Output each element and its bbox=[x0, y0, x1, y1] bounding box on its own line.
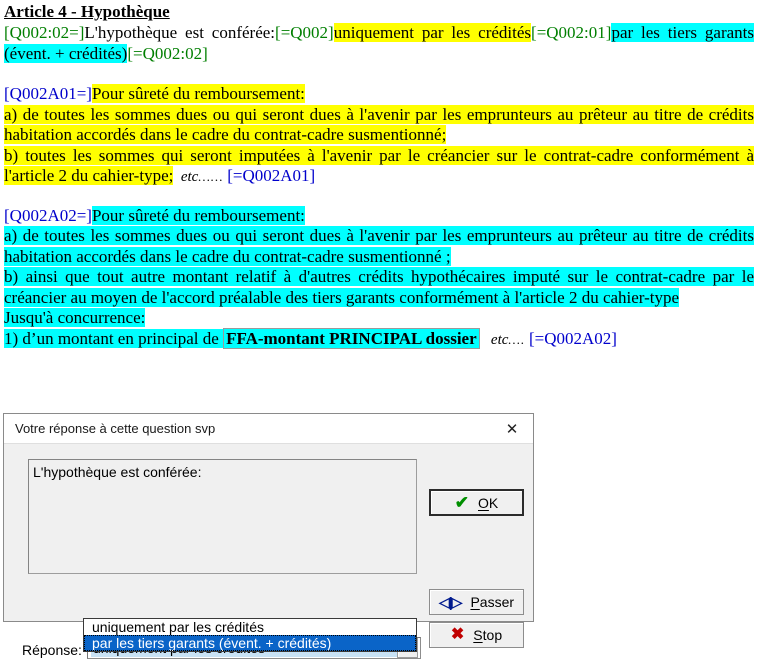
stop-button-label: Stop bbox=[473, 627, 503, 643]
combobox-option[interactable]: par les tiers garants (évent. + crédités… bbox=[84, 635, 416, 651]
document-area: Article 4 - Hypothèque [Q002:02=]L'hypot… bbox=[0, 0, 758, 350]
code-tag-q002a02-close: [=Q002A02] bbox=[528, 328, 617, 348]
passer-button-label: Passer bbox=[470, 594, 515, 610]
q002a01-line-2: a) de toutes les sommes dues ou qui sero… bbox=[4, 104, 754, 144]
ok-button[interactable]: ✔ OK bbox=[429, 489, 524, 516]
etc-marker-1: etc…… bbox=[173, 169, 227, 185]
q002a02-line-5-prefix: 1) d’un montant en principal de bbox=[4, 328, 224, 348]
paragraph-q002a02-b: b) ainsi que tout autre montant relatif … bbox=[4, 267, 754, 308]
paragraph-q002a01-head: [Q002A01=]Pour sûreté du remboursement: bbox=[4, 84, 754, 105]
page-title: Article 4 - Hypothèque bbox=[4, 2, 170, 21]
merge-field-token: FFA-montant PRINCIPAL dossier bbox=[223, 327, 480, 349]
check-icon: ✔ bbox=[454, 493, 469, 512]
question-text: L'hypothèque est conférée: bbox=[33, 464, 202, 480]
paragraph-q002: [Q002:02=]L'hypothèque est conférée:[=Q0… bbox=[4, 23, 754, 64]
dialog-body: L'hypothèque est conférée: ✔ OK ◁|▷ Pass… bbox=[4, 444, 533, 659]
code-tag-close: [=Q002:02] bbox=[127, 43, 208, 63]
code-tag-q002a01-close: [=Q002A01] bbox=[227, 166, 316, 185]
paragraph-text: L'hypothèque est conférée: bbox=[84, 23, 276, 42]
etc-dots-1: …… bbox=[198, 169, 224, 184]
ok-button-label: OK bbox=[478, 494, 499, 511]
answer-dialog: Votre réponse à cette question svp ✕ L'h… bbox=[3, 413, 534, 659]
paragraph-q002a02-a: a) de toutes les sommes dues ou qui sero… bbox=[4, 226, 754, 267]
code-tag-open: [Q002:02=] bbox=[4, 23, 85, 42]
paragraph-q002a02-amount: 1) d’un montant en principal de FFA-mont… bbox=[4, 327, 754, 351]
response-label: Réponse: bbox=[22, 642, 82, 658]
etc-word-2: etc bbox=[490, 331, 509, 348]
paragraph-spacer-1 bbox=[4, 64, 754, 84]
combobox-dropdown-list[interactable]: uniquement par les crédités par les tier… bbox=[83, 618, 417, 652]
dialog-titlebar: Votre réponse à cette question svp ✕ bbox=[4, 414, 533, 444]
skip-icon: ◁|▷ bbox=[438, 594, 462, 610]
paragraph-q002a02-head: [Q002A02=]Pour sûreté du remboursement: bbox=[4, 205, 754, 227]
q002a02-line-1: Pour sûreté du remboursement: bbox=[91, 205, 305, 225]
question-textarea[interactable]: L'hypothèque est conférée: bbox=[28, 459, 417, 574]
passer-button[interactable]: ◁|▷ Passer bbox=[429, 589, 524, 615]
q002a02-line-2: a) de toutes les sommes dues ou qui sero… bbox=[4, 226, 754, 266]
etc-word-1: etc bbox=[180, 169, 199, 185]
answer-option-yellow: uniquement par les crédités bbox=[333, 23, 532, 42]
q002a01-line-1: Pour sûreté du remboursement: bbox=[91, 84, 305, 103]
q002a02-line-3: b) ainsi que tout autre montant relatif … bbox=[4, 267, 754, 307]
combobox-option[interactable]: uniquement par les crédités bbox=[84, 619, 416, 635]
cross-icon: ✖ bbox=[450, 626, 465, 643]
stop-button[interactable]: ✖ Stop bbox=[429, 622, 524, 648]
paragraph-q002a02-limit: Jusqu'à concurrence: bbox=[4, 308, 754, 329]
code-tag-mid-2: [=Q002:01] bbox=[531, 23, 612, 42]
q002a02-line-4: Jusqu'à concurrence: bbox=[4, 308, 146, 327]
paragraph-q002a01-b: b) toutes les sommes qui seront imputées… bbox=[4, 145, 754, 188]
code-tag-q002a02-open: [Q002A02=] bbox=[4, 205, 92, 225]
code-tag-mid-1: [=Q002] bbox=[275, 23, 334, 42]
close-icon[interactable]: ✕ bbox=[491, 414, 533, 443]
etc-marker-2: etc…. bbox=[480, 332, 529, 348]
dialog-title: Votre réponse à cette question svp bbox=[15, 421, 216, 436]
etc-dots-2: …. bbox=[508, 331, 526, 347]
q002a01-line-3: b) toutes les sommes qui seront imputées… bbox=[4, 145, 754, 185]
code-tag-q002a01-open: [Q002A01=] bbox=[4, 84, 92, 103]
paragraph-q002a01-a: a) de toutes les sommes dues ou qui sero… bbox=[4, 104, 754, 146]
paragraph-spacer-3 bbox=[4, 197, 754, 206]
paragraph-spacer-2 bbox=[4, 188, 754, 197]
